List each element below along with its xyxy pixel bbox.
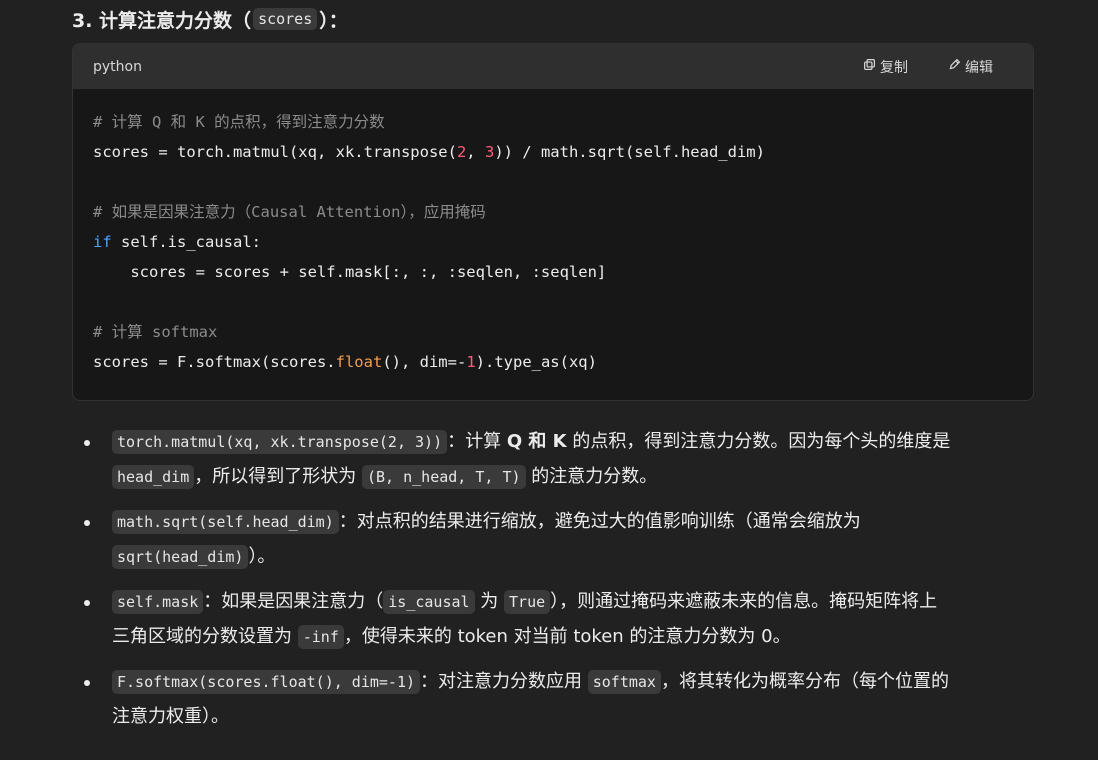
inline-code: F.softmax(scores.float(), dim=-1) (112, 670, 421, 694)
inline-code: -inf (297, 625, 344, 649)
inline-code: torch.matmul(xq, xk.transpose(2, 3)) (112, 430, 448, 454)
list-item: self.mask ：如果是因果注意力（ is_causal 为 True ），则通过… (72, 584, 1032, 654)
code-comment-line: # 计算 softmax (93, 323, 218, 341)
list-item-line: head_dim ，所以得到了形状为 (B, n_head, T, T) 的注意力… (112, 459, 1032, 494)
code-actions: 复制 编辑 (863, 57, 993, 77)
code-block: python 复制 编辑 # 计算 Q 和 K 的点积，得到注意力分数 scor… (72, 43, 1034, 401)
list-text: 为 (474, 591, 505, 612)
list-item: F.softmax(scores.float(), dim=-1) ：对注意力分数… (72, 664, 1032, 734)
code-comment-line: # 如果是因果注意力（Causal Attention），应用掩码 (93, 203, 486, 221)
copy-label: 复制 (880, 59, 908, 76)
inline-code: self.mask (112, 590, 204, 614)
explanation-list: torch.matmul(xq, xk.transpose(2, 3)) ：计算 … (72, 424, 1032, 744)
bullet-dot (84, 680, 90, 686)
list-text: ，使得未来的 token 对当前 token 的注意力分数为 0。 (343, 626, 791, 647)
code-line: scores = scores + self.mask[:, :, :seqle… (93, 263, 607, 281)
bullet-dot (84, 440, 90, 446)
list-text: 注意力权重）。 (112, 706, 229, 727)
inline-code: (B, n_head, T, T) (361, 465, 526, 489)
list-text: ：对注意力分数应用 (420, 671, 588, 692)
inline-code: sqrt(head_dim) (112, 545, 249, 569)
inline-code: True (504, 590, 551, 614)
heading-inline-code: scores (253, 8, 318, 30)
heading-prefix: 3. 计算注意力分数（ (72, 9, 252, 32)
heading-suffix: ）： (319, 9, 348, 32)
copy-icon (863, 58, 876, 75)
list-text: ）。 (248, 546, 276, 567)
list-text: ，将其转化为概率分布（每个位置的 (660, 671, 949, 692)
strong-text: Q 和 K (506, 431, 567, 452)
code-block-header: python 复制 编辑 (73, 44, 1033, 89)
list-item-line: self.mask ：如果是因果注意力（ is_causal 为 True ），则通过… (112, 584, 1032, 619)
list-item: torch.matmul(xq, xk.transpose(2, 3)) ：计算 … (72, 424, 1032, 494)
bullet-dot (84, 600, 90, 606)
bullet-dot (84, 520, 90, 526)
list-text: 的注意力分数。 (525, 466, 658, 487)
list-item-line: 三角区域的分数设置为 -inf ，使得未来的 token 对当前 token 的注… (112, 619, 1032, 654)
code-line: scores = F.softmax(scores.float(), dim=-… (93, 353, 597, 371)
list-text: ），则通过掩码来遮蔽未来的信息。掩码矩阵将上 (550, 591, 938, 612)
inline-code: head_dim (112, 465, 195, 489)
copy-button[interactable]: 复制 (863, 57, 908, 77)
list-item-line: F.softmax(scores.float(), dim=-1) ：对注意力分数… (112, 664, 1032, 699)
code-comment-line: # 计算 Q 和 K 的点积，得到注意力分数 (93, 113, 385, 131)
edit-icon (948, 58, 961, 75)
list-item-line: 注意力权重）。 (112, 699, 1032, 734)
code-language: python (93, 58, 142, 75)
list-text: 三角区域的分数设置为 (112, 626, 298, 647)
list-text: ：对点积的结果进行缩放，避免过大的值影响训练（通常会缩放为 (338, 511, 861, 532)
list-text: ：计算 (447, 431, 507, 452)
list-item-line: math.sqrt(self.head_dim) ：对点积的结果进行缩放，避免过大… (112, 504, 1032, 539)
list-item-line: sqrt(head_dim)）。 (112, 539, 1032, 574)
list-text: ：如果是因果注意力（ (203, 591, 384, 612)
list-item: math.sqrt(self.head_dim) ：对点积的结果进行缩放，避免过大… (72, 504, 1032, 574)
inline-code: softmax (587, 670, 661, 694)
list-item-line: torch.matmul(xq, xk.transpose(2, 3)) ：计算 … (112, 424, 1032, 459)
inline-code: is_causal (383, 590, 475, 614)
code-line: if self.is_causal: (93, 233, 261, 251)
code-content: # 计算 Q 和 K 的点积，得到注意力分数 scores = torch.ma… (73, 89, 1033, 400)
list-text: 的点积，得到注意力分数。因为每个头的维度是 (566, 431, 951, 452)
inline-code: math.sqrt(self.head_dim) (112, 510, 339, 534)
list-text: ，所以得到了形状为 (194, 466, 362, 487)
section-heading: 3. 计算注意力分数（ scores ）： (72, 4, 348, 34)
edit-label: 编辑 (965, 59, 993, 76)
code-line: scores = torch.matmul(xq, xk.transpose(2… (93, 143, 765, 161)
edit-button[interactable]: 编辑 (948, 57, 993, 77)
